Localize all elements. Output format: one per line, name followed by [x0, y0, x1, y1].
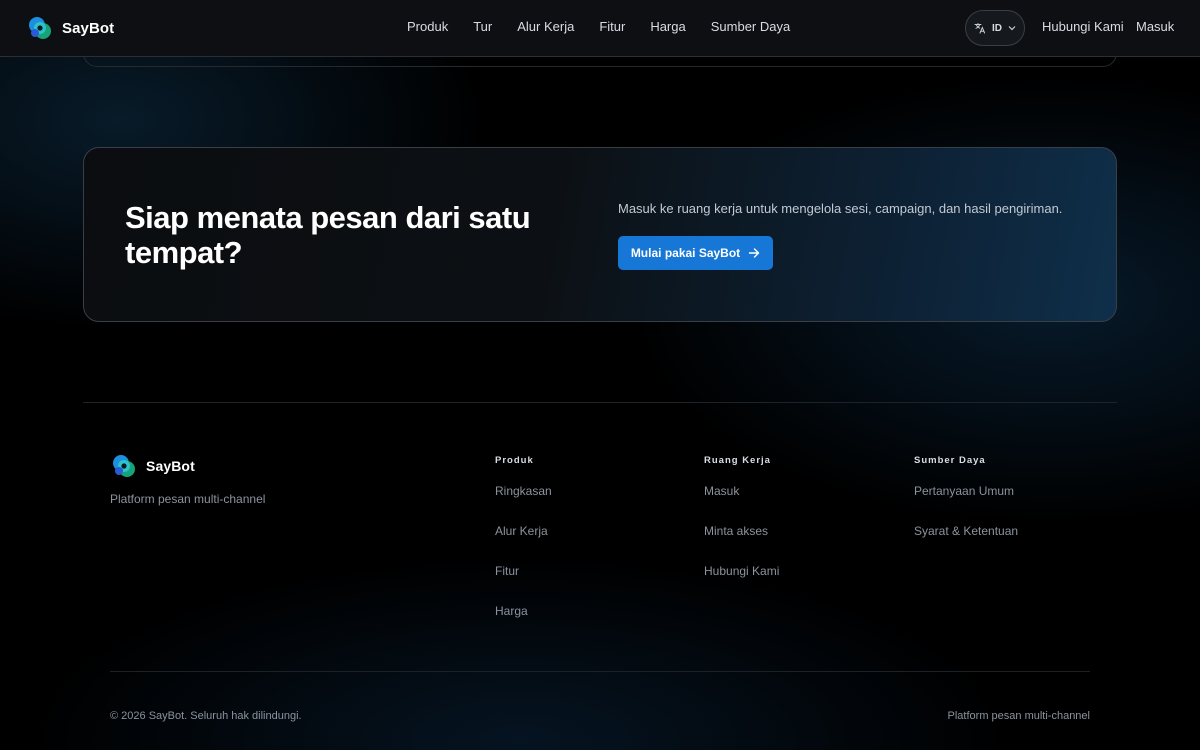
footer-tagline: Platform pesan multi-channel [110, 492, 266, 506]
start-saybot-button-label: Mulai pakai SayBot [630, 246, 741, 260]
footer-link-hubungi-kami[interactable]: Hubungi Kami [704, 564, 779, 604]
footer-link-harga[interactable]: Harga [495, 604, 552, 644]
copyright-text: © 2026 SayBot. Seluruh hak dilindungi. [110, 710, 302, 722]
language-switcher[interactable]: ID [965, 10, 1025, 46]
footer-column-heading: Produk [495, 455, 534, 466]
translate-icon [974, 23, 986, 34]
start-saybot-button[interactable]: Mulai pakai SayBot [618, 236, 773, 270]
footer-link-fitur[interactable]: Fitur [495, 564, 552, 604]
contact-link[interactable]: Hubungi Kami [1042, 19, 1124, 34]
main-nav: Produk Tur Alur Kerja Fitur Harga Sumber… [407, 19, 815, 34]
footer-divider [83, 402, 1117, 403]
nav-item-alur-kerja[interactable]: Alur Kerja [517, 19, 574, 34]
nav-item-produk[interactable]: Produk [407, 19, 448, 34]
footer-brand-name: SayBot [146, 458, 195, 474]
cta-card: Siap menata pesan dari satu tempat? Masu… [83, 147, 1117, 322]
footer-column-heading: Ruang Kerja [704, 455, 771, 466]
footer-column-produk: Produk Ringkasan Alur Kerja Fitur Harga [495, 455, 552, 644]
footer-column-heading: Sumber Daya [914, 455, 986, 466]
saybot-logo-icon [113, 455, 135, 477]
arrow-right-icon [748, 248, 760, 258]
footer-link-ringkasan[interactable]: Ringkasan [495, 484, 552, 524]
nav-item-harga[interactable]: Harga [650, 19, 685, 34]
nav-item-sumber-daya[interactable]: Sumber Daya [711, 19, 790, 34]
brand-logo-link[interactable]: SayBot [26, 14, 114, 42]
cta-title: Siap menata pesan dari satu tempat? [125, 200, 531, 270]
footer-link-masuk[interactable]: Masuk [704, 484, 779, 524]
footer-bottom-tagline: Platform pesan multi-channel [947, 710, 1090, 722]
nav-item-tur[interactable]: Tur [473, 19, 492, 34]
footer-link-minta-akses[interactable]: Minta akses [704, 524, 779, 564]
language-code: ID [992, 22, 1002, 34]
nav-item-fitur[interactable]: Fitur [599, 19, 625, 34]
cta-subtitle: Masuk ke ruang kerja untuk mengelola ses… [618, 201, 1063, 216]
footer-link-alur-kerja[interactable]: Alur Kerja [495, 524, 552, 564]
footer-brand[interactable]: SayBot [110, 452, 195, 480]
footer-column-sumber-daya: Sumber Daya Pertanyaan Umum Syarat & Ket… [914, 455, 1018, 564]
brand-name: SayBot [62, 19, 115, 37]
saybot-logo-icon [29, 17, 51, 39]
chevron-down-icon [1008, 26, 1016, 31]
footer-link-pertanyaan-umum[interactable]: Pertanyaan Umum [914, 484, 1018, 524]
footer-column-ruang-kerja: Ruang Kerja Masuk Minta akses Hubungi Ka… [704, 455, 779, 604]
background-glow [0, 0, 1200, 750]
footer-link-syarat-ketentuan[interactable]: Syarat & Ketentuan [914, 524, 1018, 564]
top-navbar: SayBot Produk Tur Alur Kerja Fitur Harga… [0, 0, 1200, 57]
footer-bottom-divider [110, 671, 1090, 672]
login-link[interactable]: Masuk [1136, 19, 1174, 34]
